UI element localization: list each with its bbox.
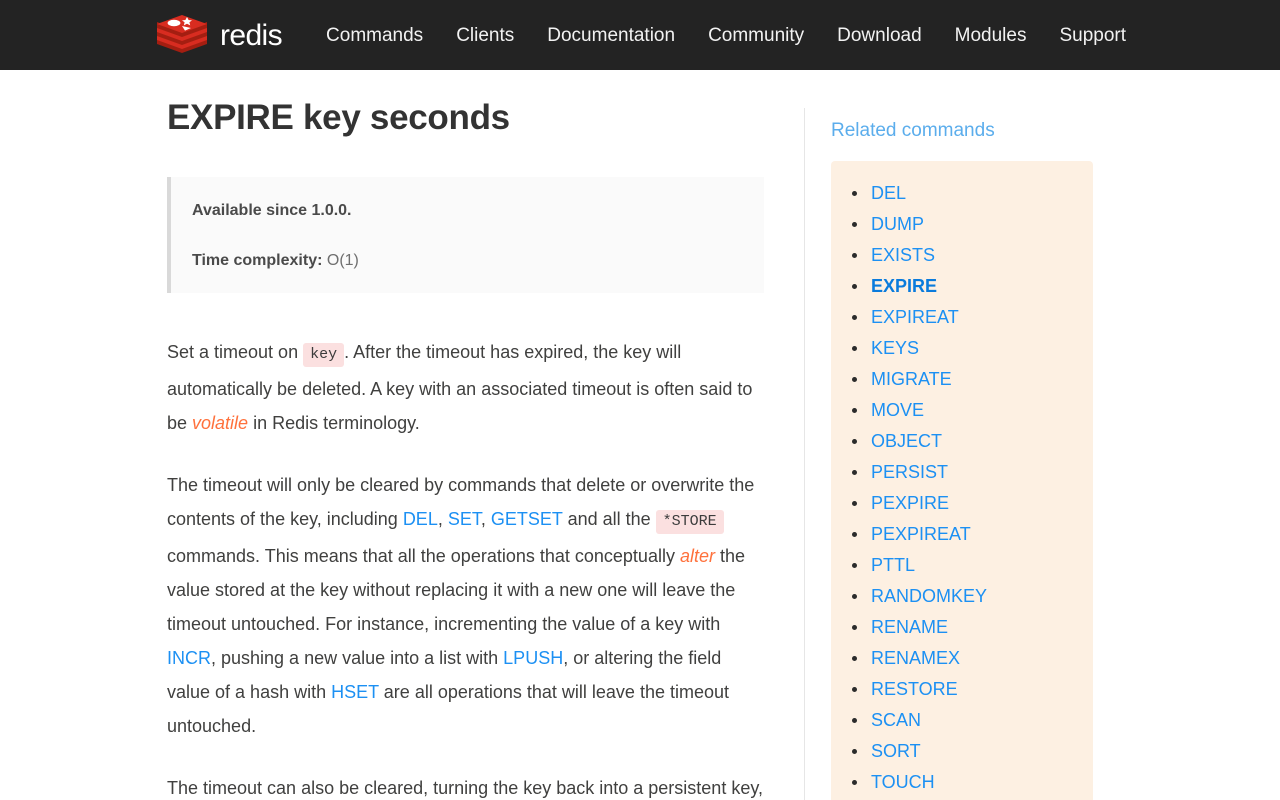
code-store-glob: *STORE	[655, 510, 724, 535]
link-del[interactable]: DEL	[403, 509, 438, 529]
related-commands-sidebar: Related commands DEL DUMP EXISTS EXPIRE …	[805, 98, 1115, 800]
list-item[interactable]: TOUCH	[849, 771, 1075, 795]
nav-item-support[interactable]: Support	[1059, 26, 1126, 45]
related-commands-box: DEL DUMP EXISTS EXPIRE EXPIREAT KEYS MIG…	[831, 160, 1093, 800]
available-since-label: Available since 1.0.0.	[192, 202, 352, 220]
list-item[interactable]: SORT	[849, 740, 1075, 764]
list-item[interactable]: MIGRATE	[849, 368, 1075, 392]
related-link-pexpire[interactable]: PEXPIRE	[871, 493, 949, 513]
nav-item-clients[interactable]: Clients	[456, 26, 514, 45]
related-link-persist[interactable]: PERSIST	[871, 462, 948, 482]
p2-text-2: ,	[437, 509, 448, 530]
list-item[interactable]: RENAMEX	[849, 647, 1075, 671]
list-item[interactable]: MOVE	[849, 399, 1075, 423]
nav-item-commands[interactable]: Commands	[326, 26, 423, 45]
related-link-scan[interactable]: SCAN	[871, 710, 921, 730]
link-hset[interactable]: HSET	[331, 682, 379, 702]
related-link-rename[interactable]: RENAME	[871, 617, 948, 637]
code-key: key	[303, 343, 345, 368]
p1-text-1: Set a timeout on	[167, 342, 304, 363]
command-meta-box: Available since 1.0.0. Time complexity: …	[167, 177, 764, 294]
related-link-dump[interactable]: DUMP	[871, 214, 924, 234]
list-item[interactable]: DUMP	[849, 213, 1075, 237]
related-link-del[interactable]: DEL	[871, 183, 906, 203]
list-item[interactable]: RANDOMKEY	[849, 585, 1075, 609]
list-item[interactable]: KEYS	[849, 337, 1075, 361]
link-getset[interactable]: GETSET	[491, 509, 563, 529]
related-link-sort[interactable]: SORT	[871, 741, 921, 761]
time-complexity-label: Time complexity:	[192, 252, 323, 270]
list-item[interactable]: SCAN	[849, 709, 1075, 733]
related-link-move[interactable]: MOVE	[871, 400, 924, 420]
redis-home-link[interactable]: redis	[155, 11, 283, 59]
list-item[interactable]: PTTL	[849, 554, 1075, 578]
available-since-line: Available since 1.0.0.	[192, 199, 740, 223]
related-link-touch[interactable]: TOUCH	[871, 772, 935, 792]
paragraph-3: The timeout can also be cleared, turning…	[167, 771, 764, 800]
term-alter: alter	[679, 546, 715, 567]
related-link-expire[interactable]: EXPIRE	[871, 276, 937, 296]
time-complexity-line: Time complexity: O(1)	[192, 249, 740, 273]
related-link-pttl[interactable]: PTTL	[871, 555, 915, 575]
nav-item-documentation[interactable]: Documentation	[547, 26, 675, 45]
related-link-pexpireat[interactable]: PEXPIREAT	[871, 524, 971, 544]
related-link-keys[interactable]: KEYS	[871, 338, 919, 358]
link-set[interactable]: SET	[448, 509, 481, 529]
page-title: EXPIRE key seconds	[167, 98, 510, 137]
link-lpush[interactable]: LPUSH	[503, 648, 563, 668]
p1-text-3: in Redis terminology.	[248, 413, 420, 434]
brand-wordmark: redis	[220, 19, 283, 52]
p2-text-5: commands. This means that all the operat…	[167, 546, 680, 567]
paragraph-2: The timeout will only be cleared by comm…	[167, 468, 764, 743]
p2-text-7: , pushing a new value into a list with	[211, 648, 504, 669]
list-item[interactable]: OBJECT	[849, 430, 1075, 454]
list-item[interactable]: EXISTS	[849, 244, 1075, 268]
related-link-object[interactable]: OBJECT	[871, 431, 942, 451]
related-commands-title: Related commands	[831, 120, 995, 141]
term-volatile: volatile	[192, 413, 249, 434]
nav-item-download[interactable]: Download	[837, 26, 922, 45]
list-item[interactable]: PERSIST	[849, 461, 1075, 485]
related-link-renamex[interactable]: RENAMEX	[871, 648, 960, 668]
p2-text-4: and all the	[562, 509, 656, 530]
related-commands-list: DEL DUMP EXISTS EXPIRE EXPIREAT KEYS MIG…	[849, 182, 1075, 795]
main-navigation: Commands Clients Documentation Community…	[326, 26, 1126, 45]
page-body: EXPIRE key seconds Available since 1.0.0…	[0, 70, 1280, 800]
link-incr[interactable]: INCR	[167, 648, 211, 668]
related-link-expireat[interactable]: EXPIREAT	[871, 307, 959, 327]
list-item[interactable]: RESTORE	[849, 678, 1075, 702]
list-item[interactable]: PEXPIREAT	[849, 523, 1075, 547]
site-header: redis Commands Clients Documentation Com…	[0, 0, 1280, 70]
related-link-randomkey[interactable]: RANDOMKEY	[871, 586, 987, 606]
list-item[interactable]: EXPIREAT	[849, 306, 1075, 330]
main-content: EXPIRE key seconds Available since 1.0.0…	[167, 98, 804, 800]
related-link-migrate[interactable]: MIGRATE	[871, 369, 952, 389]
list-item[interactable]: DEL	[849, 182, 1075, 206]
p3-text-1: The timeout can also be cleared, turning…	[167, 778, 763, 799]
paragraph-1: Set a timeout on key. After the timeout …	[167, 335, 764, 440]
p2-text-3: ,	[480, 509, 491, 530]
time-complexity-value: O(1)	[326, 252, 359, 270]
related-link-restore[interactable]: RESTORE	[871, 679, 958, 699]
redis-stack-logo-icon	[155, 11, 209, 59]
list-item[interactable]: EXPIRE	[849, 275, 1075, 299]
list-item[interactable]: PEXPIRE	[849, 492, 1075, 516]
related-link-exists[interactable]: EXISTS	[871, 245, 935, 265]
nav-item-modules[interactable]: Modules	[955, 26, 1027, 45]
list-item[interactable]: RENAME	[849, 616, 1075, 640]
nav-item-community[interactable]: Community	[708, 26, 804, 45]
